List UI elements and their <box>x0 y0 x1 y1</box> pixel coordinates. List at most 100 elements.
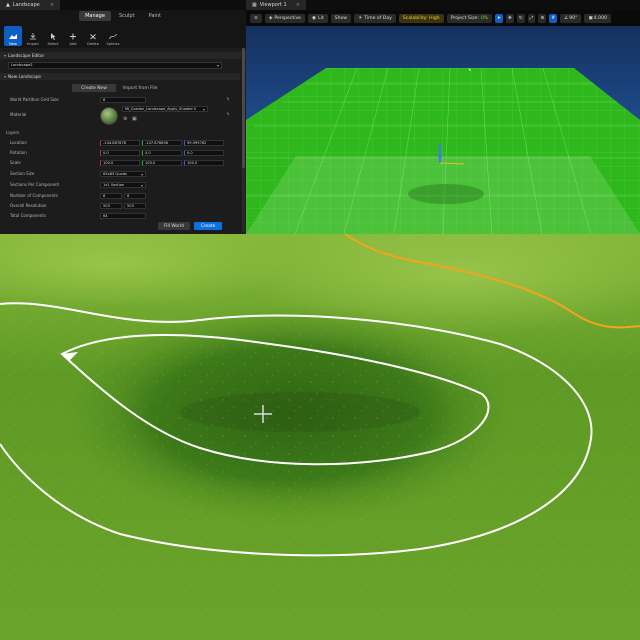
mode-manage[interactable]: Manage <box>79 11 111 21</box>
camera-speed-button[interactable]: ▣ 4.000 <box>584 13 611 23</box>
tool-splines[interactable]: Splines <box>104 26 122 46</box>
mode-paint[interactable]: Paint <box>143 11 167 21</box>
select-icon: ➤ <box>497 15 502 21</box>
tool-add[interactable]: Add <box>64 26 82 46</box>
location-z-field[interactable]: 99.999762 <box>184 139 224 146</box>
landscape-tab[interactable]: ▲ Landscape × <box>0 0 60 10</box>
panel-tabbar: ▲ Landscape × <box>0 0 246 10</box>
move-icon: ✥ <box>508 15 512 21</box>
rotation-z-field[interactable]: 0.0 <box>184 149 224 156</box>
lit-icon: ◉ <box>312 15 317 21</box>
scale-label: Scale <box>10 160 21 165</box>
location-x-field[interactable]: -144.887678 <box>100 139 140 146</box>
section-title: New Landscape <box>8 74 41 79</box>
time-of-day-button[interactable]: ☀ Time of Day <box>354 13 396 23</box>
section-size-select[interactable]: 63x63 Quads <box>100 170 146 177</box>
project-size-label: Project Size: <box>450 15 479 21</box>
scale-button[interactable]: ⤢ <box>527 13 536 23</box>
viewport-menu-button[interactable]: ≡ <box>250 13 262 23</box>
rotation-x-field[interactable]: 0.0 <box>100 149 140 156</box>
sections-per-component-select[interactable]: 1x1 Section <box>100 181 146 188</box>
material-thumbnail[interactable] <box>100 107 118 125</box>
landscape-panel: ▲ Landscape × Manage Sculpt Paint New Im… <box>0 0 246 234</box>
tool-new[interactable]: New <box>4 26 22 46</box>
total-components-field: 64 <box>100 212 146 219</box>
angle-icon: ∠ <box>564 15 569 21</box>
material-row: Material MI_Graden_Landscape_Apply_Shade… <box>0 106 240 119</box>
snap-button[interactable]: # <box>549 13 558 23</box>
tool-add-label: Add <box>69 42 77 46</box>
close-icon[interactable]: × <box>50 2 54 8</box>
rotation-y-field[interactable]: 0.0 <box>142 149 182 156</box>
show-button[interactable]: Show <box>330 13 352 23</box>
location-y-field[interactable]: -147.876656 <box>142 139 182 146</box>
translate-button[interactable]: ✥ <box>506 13 514 23</box>
viewport-toolbar: ≡ ◈ Perspective ◉ Lit Show ☀ Time of Day Sc… <box>246 10 640 26</box>
perspective-label: Perspective <box>274 15 302 21</box>
scale-y-field[interactable]: 100.0 <box>142 159 182 166</box>
create-new-button[interactable]: Create New <box>72 84 116 92</box>
location-row: Location -144.887678 -147.876656 99.9997… <box>0 138 240 147</box>
mode-tabs: Manage Sculpt Paint <box>0 10 246 22</box>
sections-per-component-row: Sections Per Component 1x1 Section <box>0 180 240 189</box>
landscape-tab-label: Landscape <box>12 2 40 8</box>
scale-x-field[interactable]: 100.0 <box>100 159 140 166</box>
terrain-view[interactable] <box>0 234 640 640</box>
chevron-down-icon: ▾ <box>4 74 7 79</box>
select-mode-button[interactable]: ➤ <box>495 13 504 23</box>
rotate-button[interactable]: ↻ <box>516 13 525 23</box>
fov-value: 90° <box>569 15 578 21</box>
viewport-tab-label: Viewport 1 <box>259 2 287 8</box>
resolution-y-field[interactable]: 505 <box>124 202 146 209</box>
new-landscape-section[interactable]: ▾ New Landscape <box>0 73 240 80</box>
reset-arrow-icon[interactable]: ↰ <box>226 112 230 118</box>
chevron-down-icon: ▾ <box>4 53 7 58</box>
panel-scrollbar[interactable] <box>242 48 245 233</box>
import-from-file-button[interactable]: Import from File <box>118 84 162 92</box>
tool-select[interactable]: Select <box>44 26 62 46</box>
landscape-selector[interactable]: Landscape2 <box>8 62 222 69</box>
scrollbar-thumb[interactable] <box>242 48 245 168</box>
delete-icon <box>90 34 96 40</box>
landscape-editor-section[interactable]: ▾ Landscape Editor <box>0 52 246 59</box>
create-button[interactable]: Create <box>194 222 222 230</box>
components-x-field[interactable]: 8 <box>100 192 122 199</box>
sections-per-component-label: Sections Per Component <box>10 182 60 187</box>
viewport-scene[interactable] <box>246 26 640 234</box>
world-local-button[interactable]: ⊕ <box>538 13 547 23</box>
fill-world-button[interactable]: Fill World <box>158 222 190 230</box>
lit-label: Lit <box>318 15 324 21</box>
scalability-badge[interactable]: Scalability: High <box>398 13 444 23</box>
grid-size-row: World Partition Grid Size 8 ↰ <box>0 95 240 104</box>
number-of-components-label: Number of Components <box>10 193 58 198</box>
camera-icon: ▣ <box>588 15 593 21</box>
browse-icon[interactable]: ⊕ <box>123 116 127 122</box>
tool-select-label: Select <box>47 42 59 46</box>
reset-arrow-icon[interactable]: ↰ <box>226 97 230 103</box>
components-y-field[interactable]: 8 <box>124 192 146 199</box>
folder-icon[interactable]: ▣ <box>132 116 137 122</box>
viewport[interactable]: ▦ Viewport 1 × ≡ ◈ Perspective ◉ Lit Show … <box>246 0 640 234</box>
section-size-row: Section Size 63x63 Quads <box>0 169 240 178</box>
mode-sculpt[interactable]: Sculpt <box>113 11 141 21</box>
sun-icon: ☀ <box>358 15 363 21</box>
resolution-x-field[interactable]: 505 <box>100 202 122 209</box>
scale-row: Scale 100.0 100.0 100.0 <box>0 158 240 167</box>
location-label: Location <box>10 140 27 145</box>
material-field[interactable]: MI_Graden_Landscape_Apply_Shaded V <box>122 106 208 112</box>
new-landscape-icon <box>9 34 17 39</box>
tool-import-label: Import <box>27 42 39 46</box>
close-icon[interactable]: × <box>296 2 300 8</box>
viewport-tab[interactable]: ▦ Viewport 1 × <box>246 0 306 10</box>
fov-button[interactable]: ∠ 90° <box>560 13 582 23</box>
perspective-button[interactable]: ◈ Perspective <box>264 13 306 23</box>
lit-button[interactable]: ◉ Lit <box>308 13 328 23</box>
layers-label: Layers <box>6 130 20 135</box>
grid-size-field[interactable]: 8 <box>100 96 146 103</box>
select-icon <box>51 33 56 40</box>
tool-import[interactable]: Import <box>24 26 42 46</box>
material-label: Material <box>10 112 27 117</box>
tool-delete[interactable]: Delete <box>84 26 102 46</box>
project-size-badge[interactable]: Project Size: 0% <box>446 13 493 23</box>
scale-z-field[interactable]: 100.0 <box>184 159 224 166</box>
